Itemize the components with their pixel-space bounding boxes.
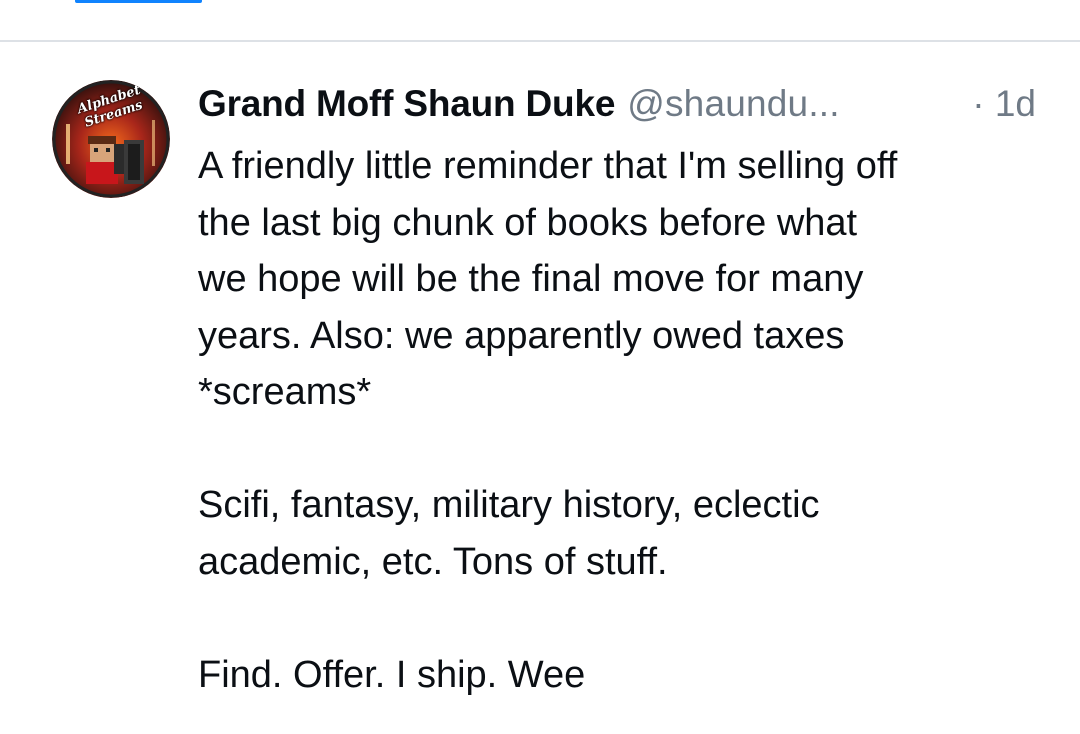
tab-bar — [0, 0, 1080, 42]
post-paragraph: Find. Offer. I ship. Wee — [198, 653, 586, 696]
post-paragraph: A friendly little reminder that I'm sell… — [198, 145, 898, 413]
active-tab-indicator — [75, 0, 202, 3]
author-name[interactable]: Grand Moff Shaun Duke — [198, 82, 615, 126]
post-header: Grand Moff Shaun Duke @shaundu... — [198, 82, 1048, 126]
post-timestamp[interactable]: · 1d — [972, 82, 1036, 126]
author-handle[interactable]: @shaundu... — [627, 82, 840, 126]
author-avatar[interactable]: Alphabet Streams — [52, 80, 170, 198]
post-text: A friendly little reminder that I'm sell… — [198, 138, 1058, 703]
post-paragraph: Scifi, fantasy, military history, eclect… — [198, 484, 820, 583]
